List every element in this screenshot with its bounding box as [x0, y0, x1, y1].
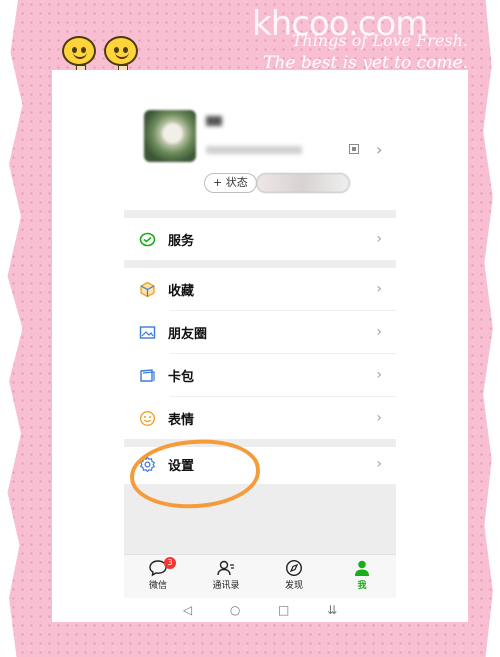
section-gap: [124, 210, 396, 218]
menu-item-favorites[interactable]: 收藏 ›: [124, 268, 396, 310]
smiley-sticker-left: [62, 36, 96, 81]
tab-chats[interactable]: 3 微信: [124, 555, 192, 598]
notification-pulldown-icon[interactable]: ⇊: [327, 603, 337, 617]
chevron-right-icon: ›: [376, 281, 382, 297]
phone-screen: › + 状态 服务 › 收藏 › 朋友圈 › 卡包 › 表情 › 设置 › 3 …: [52, 70, 468, 622]
recent-apps-nav-icon[interactable]: □: [278, 603, 289, 617]
person-icon: [355, 560, 369, 576]
service-icon: [138, 230, 156, 248]
tab-label: 发现: [284, 581, 303, 591]
friend-status-blurred[interactable]: [256, 173, 350, 193]
tab-discover[interactable]: 发现: [260, 555, 328, 598]
menu-item-service[interactable]: 服务 ›: [124, 218, 396, 260]
chevron-right-icon: ›: [376, 140, 383, 159]
favorites-icon: [138, 280, 156, 298]
back-nav-icon[interactable]: ◁: [183, 603, 192, 617]
add-status-button[interactable]: + 状态: [204, 173, 257, 193]
nickname-blurred: [206, 116, 222, 126]
smiley-sticker-right: [104, 36, 138, 81]
tab-me[interactable]: 我: [328, 555, 396, 598]
moments-icon: [138, 323, 156, 341]
home-nav-icon[interactable]: ○: [230, 603, 240, 617]
compass-icon: [285, 559, 303, 577]
chevron-right-icon: ›: [376, 456, 382, 472]
decorative-script: Things of Love Fresh. The best is yet to…: [263, 30, 468, 74]
chevron-right-icon: ›: [376, 367, 382, 383]
menu-item-moments[interactable]: 朋友圈 ›: [124, 311, 396, 353]
wechat-id-blurred: [206, 146, 302, 154]
chevron-right-icon: ›: [376, 410, 382, 426]
menu-item-card-wallet[interactable]: 卡包 ›: [124, 354, 396, 396]
card-wallet-icon: [138, 366, 156, 384]
tab-label: 通讯录: [212, 581, 240, 591]
menu-item-stickers[interactable]: 表情 ›: [124, 397, 396, 439]
unread-badge: 3: [164, 557, 176, 569]
tab-label: 我: [357, 581, 367, 591]
section-gap: [124, 260, 396, 268]
menu-item-label: 服务: [168, 233, 195, 249]
menu-item-label: 表情: [168, 412, 195, 428]
contacts-icon: [217, 560, 234, 576]
sticker-icon: [138, 409, 156, 427]
menu-item-label: 卡包: [168, 369, 195, 385]
bottom-tab-bar: 3 微信 通讯录 发现 我: [124, 554, 396, 598]
avatar[interactable]: [144, 110, 196, 162]
menu-item-label: 收藏: [168, 283, 195, 299]
system-nav-bar: ◁ ○ □ ⇊: [124, 598, 396, 622]
chevron-right-icon: ›: [376, 324, 382, 340]
tab-contacts[interactable]: 通讯录: [192, 555, 260, 598]
chevron-right-icon: ›: [376, 231, 382, 247]
script-line-1: Things of Love Fresh.: [291, 31, 468, 50]
tab-label: 微信: [148, 581, 167, 591]
menu-item-label: 朋友圈: [168, 326, 208, 342]
qr-code-icon[interactable]: [349, 144, 359, 154]
